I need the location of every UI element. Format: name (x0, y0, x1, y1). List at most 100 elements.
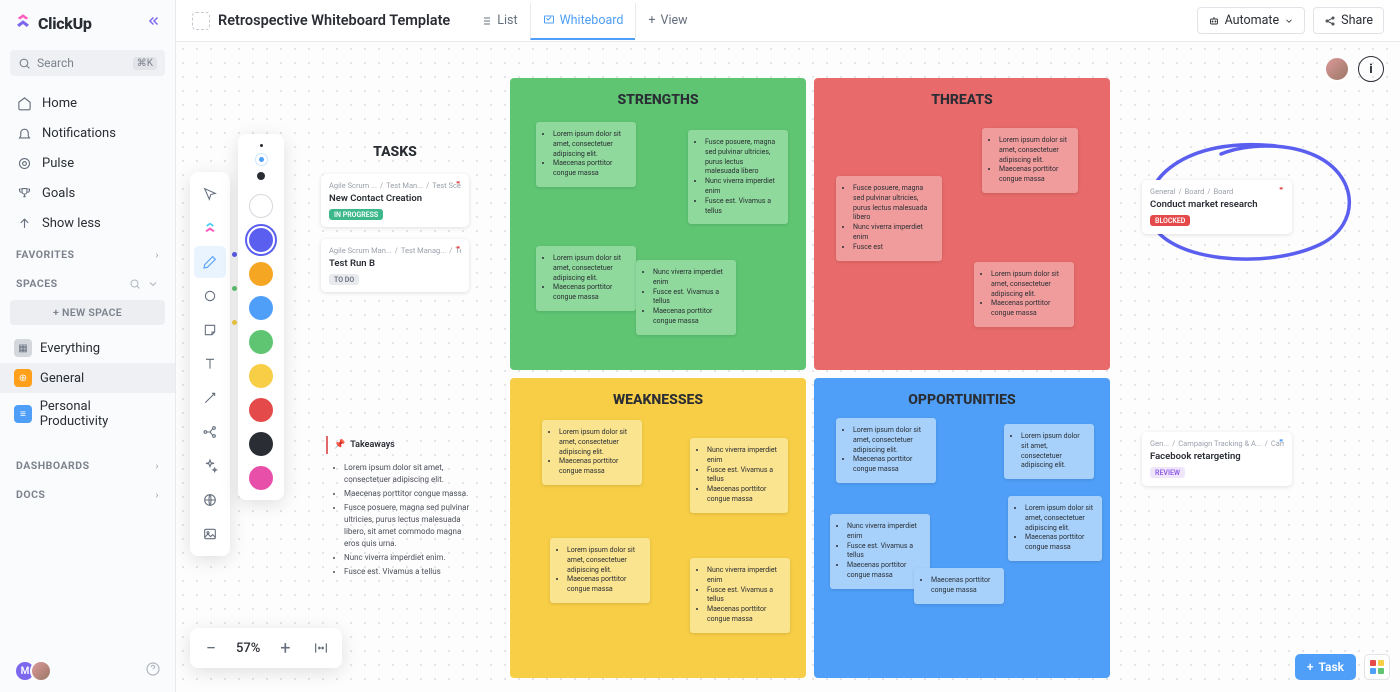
sticky-note[interactable]: Lorem ipsum dolor sit amet, consectetuer… (1004, 424, 1094, 479)
swatch-red[interactable] (249, 398, 273, 422)
search-shortcut: ⌘K (133, 57, 157, 70)
search-icon[interactable] (129, 278, 141, 290)
sidebar: ClickUp Search ⌘K Home Notifications Pul… (0, 0, 176, 692)
quadrant-weaknesses[interactable]: WEAKNESSES Lorem ipsum dolor sit amet, c… (510, 378, 806, 678)
template-icon (192, 12, 210, 30)
tool-connector[interactable] (194, 382, 226, 414)
sticky-note[interactable]: Nunc viverra imperdiet enimFusce est. Vi… (636, 260, 736, 335)
swatch-orange[interactable] (249, 262, 273, 286)
sticky-note[interactable]: Nunc viverra imperdiet enimFusce est. Vi… (690, 558, 790, 633)
sticky-note[interactable]: Lorem ipsum dolor sit amet, consectetuer… (550, 538, 650, 603)
share-button[interactable]: Share (1313, 7, 1384, 34)
new-space-button[interactable]: + NEW SPACE (10, 300, 165, 325)
whiteboard-icon (543, 14, 555, 26)
space-everything[interactable]: ▦Everything (0, 333, 175, 363)
zoom-out-button[interactable]: − (200, 637, 222, 659)
tool-web[interactable] (194, 484, 226, 516)
space-personal-productivity[interactable]: ≡Personal Productivity (0, 393, 175, 435)
swatch-yellow[interactable] (249, 364, 273, 388)
quadrant-opportunities[interactable]: OPPORTUNITIES Lorem ipsum dolor sit amet… (814, 378, 1110, 678)
sticky-note[interactable]: Lorem ipsum dolor sit amet, consectetuer… (536, 122, 636, 187)
list-icon: ≡ (14, 405, 32, 423)
sidebar-item-home[interactable]: Home (0, 88, 175, 118)
tab-list[interactable]: List (468, 3, 529, 38)
tool-clickup[interactable] (194, 212, 226, 244)
share-icon (1324, 15, 1336, 27)
help-icon[interactable] (145, 661, 161, 681)
sticky-note[interactable]: Lorem ipsum dolor sit amet, consectetuer… (536, 246, 636, 311)
swatch-green[interactable] (249, 330, 273, 354)
stroke-thin[interactable] (260, 144, 263, 147)
new-task-button[interactable]: + Task (1295, 654, 1356, 680)
favorites-header[interactable]: FAVORITES› (0, 238, 175, 267)
quadrant-strengths[interactable]: STRENGTHS Lorem ipsum dolor sit amet, co… (510, 78, 806, 370)
apps-button[interactable] (1364, 654, 1390, 680)
pulse-icon (16, 155, 32, 171)
grid-icon: ▦ (14, 339, 32, 357)
sticky-note[interactable]: Maecenas porttitor congue massa (914, 568, 1004, 604)
tool-select[interactable] (194, 178, 226, 210)
sidebar-item-showless[interactable]: Show less (0, 208, 175, 238)
presence-avatar[interactable] (1324, 56, 1350, 82)
task-card-market-research[interactable]: General/Board/Board Conduct market resea… (1142, 180, 1292, 234)
chevron-down-icon[interactable] (147, 278, 159, 290)
task-card[interactable]: Agile Scrum .../Test Man.../Test Scenari… (321, 174, 469, 227)
search-input[interactable]: Search ⌘K (10, 50, 165, 76)
priority-flag-icon (1278, 186, 1286, 194)
task-card-facebook-retargeting[interactable]: Gen.../Campaign Tracking & A.../Campai..… (1142, 432, 1292, 486)
collapse-sidebar-button[interactable] (147, 14, 161, 32)
priority-flag-icon (455, 180, 463, 188)
tool-text[interactable] (194, 348, 226, 380)
tool-pen[interactable] (194, 246, 226, 278)
stroke-medium[interactable] (259, 157, 264, 162)
dashboards-header[interactable]: DASHBOARDS› (0, 449, 175, 478)
sticky-note[interactable]: Fusce posuere, magna sed pulvinar ultric… (688, 130, 788, 224)
sticky-note[interactable]: Fusce posuere, magna sed pulvinar ultric… (836, 176, 942, 261)
fit-width-button[interactable] (310, 637, 332, 659)
arrow-up-icon (16, 215, 32, 231)
topbar: Retrospective Whiteboard Template List W… (176, 0, 1400, 42)
tool-color-indicator (232, 252, 237, 257)
sticky-note[interactable]: Lorem ipsum dolor sit amet, consectetuer… (836, 418, 936, 483)
status-badge: REVIEW (1150, 467, 1185, 478)
plus-icon: + (648, 13, 655, 28)
zoom-in-button[interactable]: + (274, 637, 296, 659)
task-status: IN PROGRESS (329, 209, 383, 220)
sidebar-item-goals[interactable]: Goals (0, 178, 175, 208)
task-breadcrumb: Agile Scrum .../Test Man.../Test Scenari… (329, 181, 461, 190)
tool-image[interactable] (194, 518, 226, 550)
takeaways-list: Lorem ipsum dolor sit amet, consectetuer… (326, 454, 476, 578)
space-general[interactable]: ⊕General (0, 363, 175, 393)
tool-ai[interactable] (194, 450, 226, 482)
stroke-thick[interactable] (257, 172, 265, 180)
quadrant-threats[interactable]: THREATS Lorem ipsum dolor sit amet, cons… (814, 78, 1110, 370)
tab-add-view[interactable]: +View (635, 3, 699, 38)
tool-shape[interactable] (194, 280, 226, 312)
presence-bar: i (1324, 56, 1384, 82)
tool-mindmap[interactable] (194, 416, 226, 448)
swatch-blue[interactable] (249, 296, 273, 320)
sticky-note[interactable]: Nunc viverra imperdiet enimFusce est. Vi… (690, 438, 788, 513)
spaces-header[interactable]: SPACES (0, 267, 175, 296)
sticky-note[interactable]: Lorem ipsum dolor sit amet, consectetuer… (542, 420, 642, 485)
pin-icon: 📌 (334, 440, 345, 450)
swatch-pink[interactable] (249, 466, 273, 490)
swatch-white[interactable] (249, 194, 273, 218)
docs-header[interactable]: DOCS› (0, 478, 175, 507)
swatch-black[interactable] (249, 432, 273, 456)
swatch-indigo[interactable] (249, 228, 273, 252)
sticky-note[interactable]: Lorem ipsum dolor sit amet, consectetuer… (982, 128, 1078, 193)
info-button[interactable]: i (1358, 56, 1384, 82)
sidebar-item-notifications[interactable]: Notifications (0, 118, 175, 148)
sidebar-item-pulse[interactable]: Pulse (0, 148, 175, 178)
sticky-note[interactable]: Lorem ipsum dolor sit amet, consectetuer… (974, 262, 1074, 327)
task-card[interactable]: Agile Scrum Man.../Test Manag.../Test ..… (321, 239, 469, 292)
sticky-note[interactable]: Lorem ipsum dolor sit amet, consectetuer… (1008, 496, 1102, 561)
page-title: Retrospective Whiteboard Template (192, 12, 450, 30)
whiteboard-canvas[interactable]: i − 57% + (176, 42, 1400, 692)
tab-whiteboard[interactable]: Whiteboard (530, 3, 636, 40)
tool-sticky[interactable] (194, 314, 226, 346)
presence-avatars[interactable]: M (14, 660, 52, 682)
automate-button[interactable]: Automate (1197, 7, 1306, 34)
takeaways-block[interactable]: 📌Takeaways Lorem ipsum dolor sit amet, c… (326, 436, 476, 580)
